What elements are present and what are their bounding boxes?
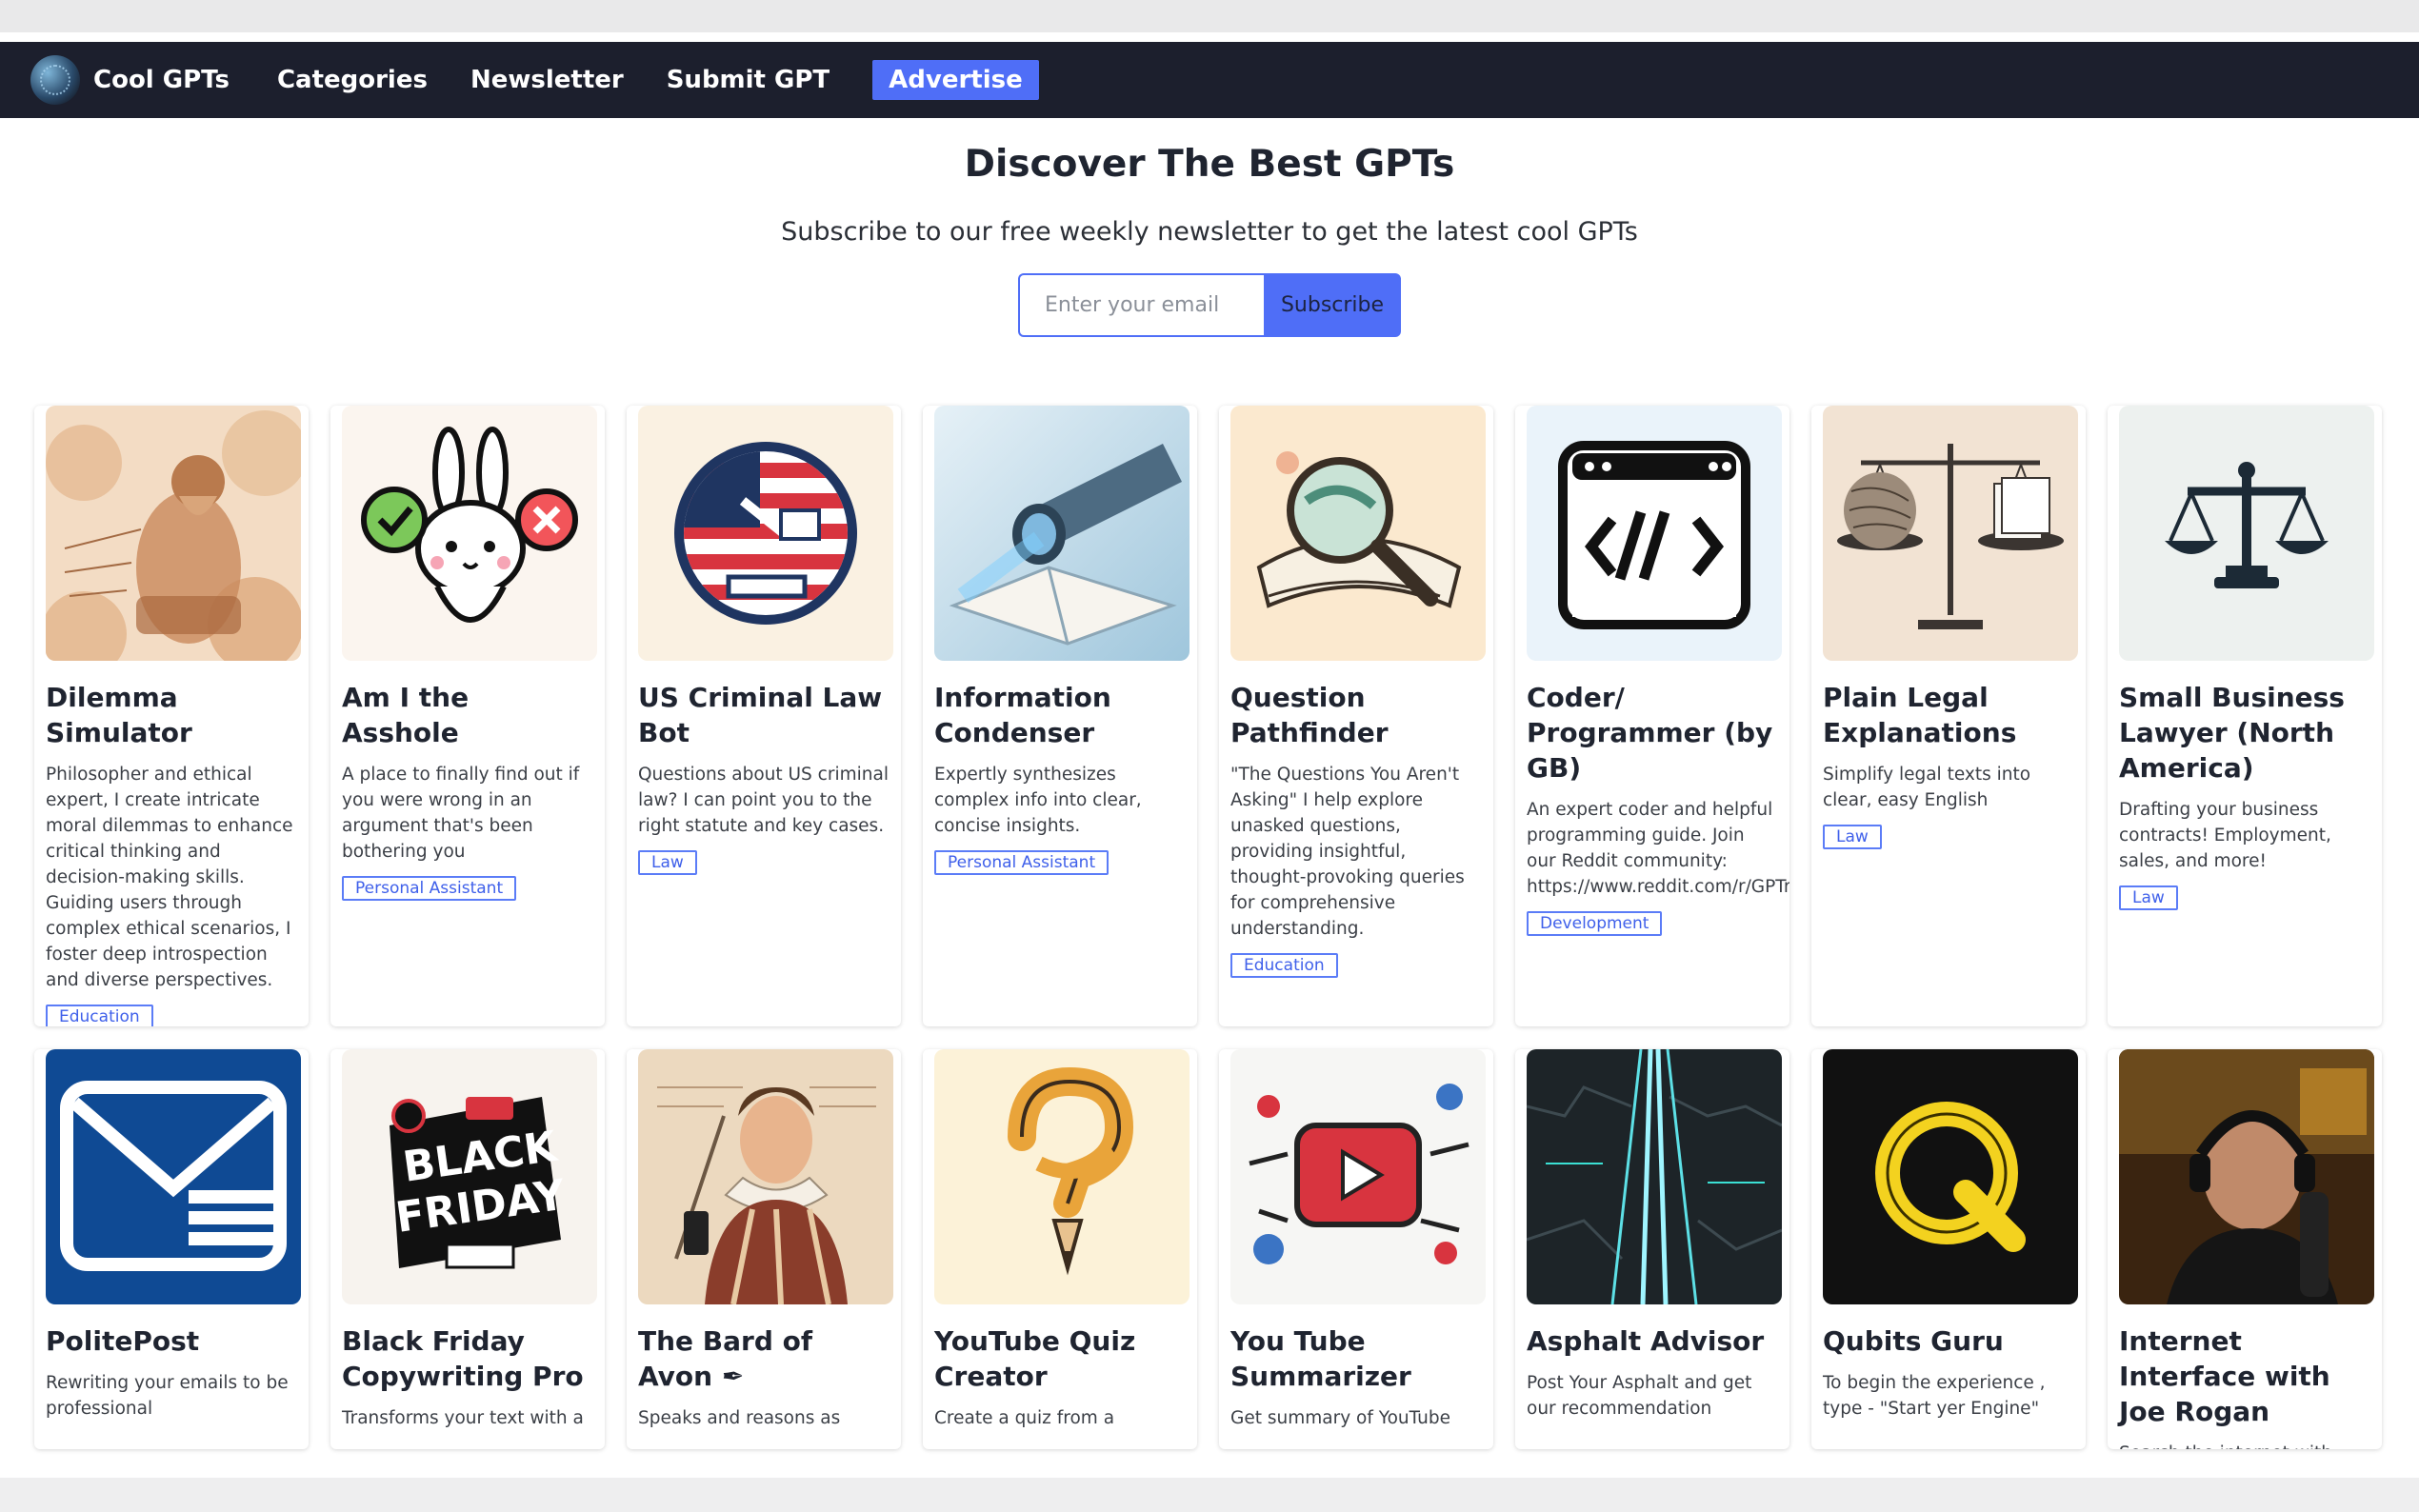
nav-advertise-button[interactable]: Advertise	[872, 60, 1039, 100]
email-input[interactable]	[1018, 273, 1264, 337]
gpt-description: Expertly synthesizes complex info into c…	[934, 765, 1142, 836]
subscribe-button[interactable]: Subscribe	[1264, 273, 1401, 337]
category-tag[interactable]: Education	[1230, 953, 1338, 978]
podcast-host-photo-icon	[2119, 1049, 2374, 1304]
category-tag[interactable]: Education	[46, 1005, 153, 1026]
gpt-card[interactable]: Information Condenser Expertly synthesiz…	[923, 406, 1197, 1026]
magnifier-book-icon	[1230, 406, 1486, 661]
category-tag[interactable]: Development	[1527, 911, 1663, 936]
gpt-card-grid: Dilemma Simulator Philosopher and ethica…	[34, 406, 2387, 1449]
black-friday-badge-icon: BLACK FRIDAY	[342, 1049, 597, 1304]
us-law-emblem-icon	[638, 406, 893, 661]
gpt-name: US Criminal Law Bot	[638, 682, 883, 748]
browser-top-strip	[0, 0, 2419, 32]
brand-name: Cool GPTs	[93, 66, 230, 94]
shakespeare-portrait-icon	[638, 1049, 893, 1304]
gpt-card[interactable]: Question Pathfinder "The Questions You A…	[1219, 406, 1493, 1026]
gpt-description: Speaks and reasons as	[638, 1408, 841, 1428]
category-tag[interactable]: Law	[2119, 885, 2178, 910]
gpt-card[interactable]: YouTube Quiz Creator Create a quiz from …	[923, 1049, 1197, 1449]
gpt-name: PolitePost	[46, 1325, 200, 1357]
nav-categories[interactable]: Categories	[277, 66, 428, 94]
gpt-name: You Tube Summarizer	[1230, 1325, 1411, 1392]
gpt-description: Questions about US criminal law? I can p…	[638, 765, 889, 836]
envelope-icon	[46, 1049, 301, 1304]
gpt-name: Information Condenser	[934, 682, 1111, 748]
telescope-book-icon	[934, 406, 1190, 661]
gpt-description: Create a quiz from a	[934, 1408, 1115, 1428]
neon-q-icon	[1823, 1049, 2078, 1304]
gpt-description: Simplify legal texts into clear, easy En…	[1823, 765, 2031, 810]
gpt-name: Dilemma Simulator	[46, 682, 192, 748]
gpt-description: To begin the experience , type - "Start …	[1823, 1373, 2046, 1419]
gpt-name: Am I the Asshole	[342, 682, 470, 748]
gpt-card[interactable]: The Bard of Avon ✒ Speaks and reasons as	[627, 1049, 901, 1449]
gpt-name: Internet Interface with Joe Rogan	[2119, 1325, 2330, 1427]
gpt-name: YouTube Quiz Creator	[934, 1325, 1136, 1392]
bunny-check-cross-icon	[342, 406, 597, 661]
code-window-icon	[1527, 406, 1782, 661]
gpt-card[interactable]: Asphalt Advisor Post Your Asphalt and ge…	[1515, 1049, 1789, 1449]
nav-submit-gpt[interactable]: Submit GPT	[667, 66, 830, 94]
category-tag[interactable]: Personal Assistant	[342, 876, 517, 901]
brand-link[interactable]: Cool GPTs	[30, 55, 230, 105]
gpt-card[interactable]: Dilemma Simulator Philosopher and ethica…	[34, 406, 309, 1026]
category-tag[interactable]: Law	[638, 850, 697, 875]
page-title: Discover The Best GPTs	[964, 143, 1455, 186]
gpt-card[interactable]: Plain Legal Explanations Simplify legal …	[1811, 406, 2086, 1026]
gpt-card[interactable]: Am I the Asshole A place to finally find…	[330, 406, 605, 1026]
gpt-name: The Bard of Avon ✒	[638, 1325, 813, 1392]
gpt-card[interactable]: You Tube Summarizer Get summary of YouTu…	[1219, 1049, 1493, 1449]
browser-bottom-strip	[0, 1478, 2419, 1512]
gpt-name: Plain Legal Explanations	[1823, 682, 2017, 748]
gpt-name: Question Pathfinder	[1230, 682, 1389, 748]
gpt-card[interactable]: Coder/ Programmer (by GB) An expert code…	[1515, 406, 1789, 1026]
gpt-name: Qubits Guru	[1823, 1325, 2004, 1357]
gpt-description: Philosopher and ethical expert, I create…	[46, 765, 293, 990]
gpt-description: Drafting your business contracts! Employ…	[2119, 800, 2331, 871]
philosopher-sketch-icon	[46, 406, 301, 661]
gpt-description: Transforms your text with a	[342, 1408, 584, 1428]
gpt-name: Small Business Lawyer (North America)	[2119, 682, 2345, 784]
gpt-description: A place to finally find out if you were …	[342, 765, 580, 862]
gpt-description: Post Your Asphalt and get our recommenda…	[1527, 1373, 1752, 1419]
gpt-card[interactable]: Small Business Lawyer (North America) Dr…	[2108, 406, 2382, 1026]
question-mark-pencil-icon	[934, 1049, 1190, 1304]
gpt-description: Rewriting your emails to be professional	[46, 1373, 289, 1419]
gpt-name: Black Friday Copywriting Pro	[342, 1325, 584, 1392]
gpt-description: Search the internet with	[2119, 1441, 2370, 1449]
neon-road-icon	[1527, 1049, 1782, 1304]
nav-newsletter[interactable]: Newsletter	[470, 66, 624, 94]
gpt-description: "The Questions You Aren't Asking" I help…	[1230, 765, 1465, 939]
category-tag[interactable]: Law	[1823, 825, 1882, 849]
gpt-card[interactable]: US Criminal Law Bot Questions about US c…	[627, 406, 901, 1026]
gpt-description: Get summary of YouTube	[1230, 1408, 1450, 1428]
gpt-name: Coder/ Programmer (by GB)	[1527, 682, 1773, 784]
gpt-card[interactable]: Internet Interface with Joe Rogan Search…	[2108, 1049, 2382, 1449]
page-subtitle: Subscribe to our free weekly newsletter …	[781, 217, 1638, 247]
gpt-card[interactable]: BLACK FRIDAY Black Friday Copywriting Pro…	[330, 1049, 605, 1449]
subscribe-form: Subscribe	[1018, 273, 1401, 337]
top-navbar: Cool GPTs Categories Newsletter Submit G…	[0, 42, 2419, 118]
gpt-card[interactable]: Qubits Guru To begin the experience , ty…	[1811, 1049, 2086, 1449]
gpt-description: An expert coder and helpful programming …	[1527, 800, 1789, 897]
scales-of-justice-icon	[2119, 406, 2374, 661]
balance-scale-papers-icon	[1823, 406, 2078, 661]
category-tag[interactable]: Personal Assistant	[934, 850, 1110, 875]
gpt-card[interactable]: PolitePost Rewriting your emails to be p…	[34, 1049, 309, 1449]
youtube-play-icon	[1230, 1049, 1486, 1304]
gpt-name: Asphalt Advisor	[1527, 1325, 1765, 1357]
brand-logo-icon	[30, 55, 80, 105]
